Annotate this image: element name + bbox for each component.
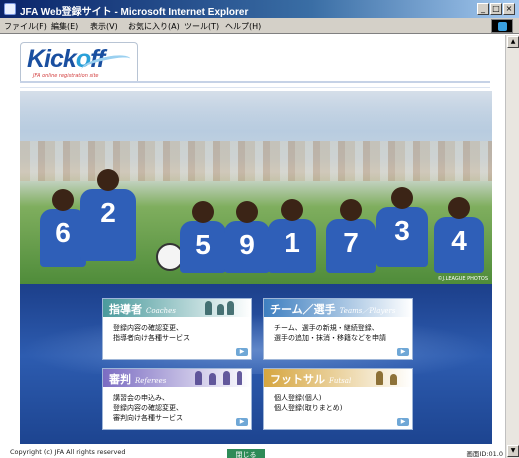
window-titlebar: JFA Web登録サイト - Microsoft Internet Explor… (0, 0, 519, 18)
player-number: 1 (284, 227, 300, 258)
referee-silhouette-icon (223, 371, 230, 385)
menu-help[interactable]: ヘルプ(H) (225, 21, 261, 32)
menu-bar: ファイル(F) 編集(E) 表示(V) お気に入り(A) ツール(T) ヘルプ(… (0, 18, 519, 34)
vertical-scrollbar[interactable]: ▲ ▼ (505, 35, 519, 458)
scroll-down-icon[interactable]: ▼ (507, 445, 519, 457)
menu-tools[interactable]: ツール(T) (184, 21, 219, 32)
logo-text-a: Kick (27, 45, 77, 73)
referees-card[interactable]: 審判 Referees 講習会の申込み、 登録内容の確認変更、 審判向け各種サービ… (102, 368, 252, 430)
browser-viewport: Kickoff JFA online registration site 6 2… (0, 35, 505, 458)
player-figure: 4 (434, 197, 484, 273)
player-number: 2 (100, 197, 116, 228)
coaches-card[interactable]: 指導者 Coaches 登録内容の確認変更、 指導者向け各種サービス ▶ (102, 298, 252, 360)
player-number: 3 (394, 215, 410, 246)
futsal-arrow-icon[interactable]: ▶ (397, 418, 409, 426)
coaches-arrow-icon[interactable]: ▶ (236, 348, 248, 356)
player-figure: 2 (80, 169, 136, 261)
teams-card-title: チーム／選手 Teams／Players (270, 303, 396, 316)
coaches-card-title: 指導者 Coaches (109, 303, 176, 316)
kickoff-logo[interactable]: Kickoff JFA online registration site (20, 42, 138, 82)
coach-silhouette-icon (205, 301, 212, 315)
player-figure: 9 (224, 201, 270, 273)
page-frame: Kickoff JFA online registration site 6 2… (10, 37, 498, 449)
teams-card[interactable]: チーム／選手 Teams／Players チーム、選手の新規・継続登録、 選手の追… (263, 298, 413, 360)
teams-arrow-icon[interactable]: ▶ (397, 348, 409, 356)
windows-logo-icon (491, 19, 513, 33)
close-page-button[interactable]: 閉じる (227, 449, 265, 458)
photo-background-crowd (20, 141, 492, 181)
referees-card-description: 講習会の申込み、 登録内容の確認変更、 審判向け各種サービス (113, 394, 183, 422)
menu-favorites[interactable]: お気に入り(A) (128, 21, 180, 32)
team-photo: 6 2 5 9 1 7 3 4 ©J.LEAGUE PHOTOS (20, 91, 492, 284)
futsal-card-title: フットサル Futsal (270, 373, 352, 386)
futsal-card[interactable]: フットサル Futsal 個人登録(個人) 個人登録(取りまとめ) ▶ (263, 368, 413, 430)
menu-view[interactable]: 表示(V) (90, 21, 118, 32)
player-number: 5 (195, 229, 211, 260)
player-figure: 3 (376, 187, 428, 267)
scroll-up-icon[interactable]: ▲ (507, 36, 519, 48)
menu-file[interactable]: ファイル(F) (4, 21, 47, 32)
teams-card-description: チーム、選手の新規・継続登録、 選手の追加・抹消・移籍などを申請 (274, 324, 386, 342)
close-window-button[interactable]: × (503, 3, 515, 15)
player-number: 7 (343, 227, 359, 258)
referee-flag-icon (237, 371, 242, 385)
futsal-silhouette-icon (376, 371, 383, 385)
photo-credit: ©J.LEAGUE PHOTOS (437, 276, 489, 282)
referee-silhouette-icon (195, 371, 202, 385)
futsal-card-description: 個人登録(個人) 個人登録(取りまとめ) (274, 394, 343, 412)
minimize-button[interactable]: _ (477, 3, 489, 15)
referees-arrow-icon[interactable]: ▶ (236, 418, 248, 426)
menu-panel: 指導者 Coaches 登録内容の確認変更、 指導者向け各種サービス ▶ チーム／… (20, 284, 492, 444)
player-figure: 5 (180, 201, 226, 273)
player-number: 9 (239, 229, 255, 260)
player-figure: 1 (268, 199, 316, 273)
header-divider-thin (20, 87, 490, 88)
menu-edit[interactable]: 編集(E) (51, 21, 78, 32)
coach-silhouette-icon (217, 304, 224, 315)
copyright-text: Copyright (c) JFA All rights reserved (10, 448, 126, 456)
player-number: 4 (451, 225, 467, 256)
futsal-silhouette-icon (390, 374, 397, 385)
referees-card-title: 審判 Referees (109, 373, 167, 386)
ie-icon (4, 3, 16, 15)
referee-silhouette-icon (209, 373, 216, 385)
player-figure: 7 (326, 199, 376, 273)
screen-id: 画面ID:01.0 (466, 450, 503, 458)
logo-subtitle: JFA online registration site (33, 73, 99, 79)
header-divider (20, 81, 490, 83)
window-title: JFA Web登録サイト - Microsoft Internet Explor… (20, 7, 249, 18)
maximize-button[interactable]: □ (490, 3, 502, 15)
coaches-card-description: 登録内容の確認変更、 指導者向け各種サービス (113, 324, 190, 342)
coach-silhouette-icon (227, 301, 234, 315)
